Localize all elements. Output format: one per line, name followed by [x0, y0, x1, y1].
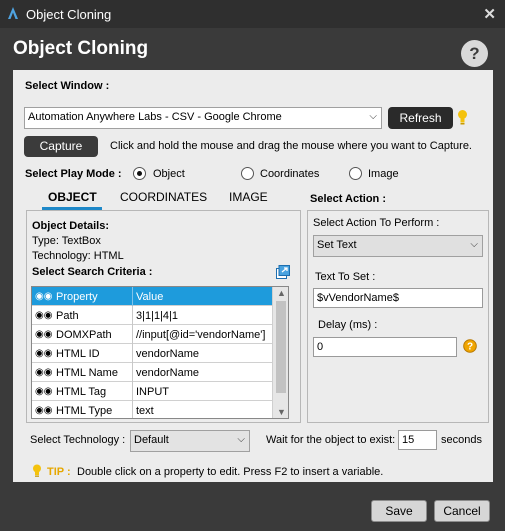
page-title: Object Cloning	[13, 38, 149, 59]
wait-value: 15	[402, 434, 415, 446]
radio-image-label: Image	[368, 168, 399, 180]
help-icon[interactable]: ?	[461, 40, 488, 67]
radio-object-label: Object	[153, 168, 185, 180]
binoculars-icon: ◉◉	[35, 291, 53, 302]
radio-coordinates[interactable]	[241, 167, 254, 180]
action-perform-label: Select Action To Perform :	[313, 217, 440, 229]
tab-coordinates[interactable]: COORDINATES	[120, 190, 207, 204]
app-logo-icon	[8, 7, 18, 19]
object-technology: Technology: HTML	[32, 250, 124, 262]
delay-label: Delay (ms) :	[318, 319, 378, 331]
window-titlebar: Object Cloning ✕	[0, 0, 505, 28]
technology-label: Select Technology :	[30, 434, 126, 446]
technology-select[interactable]: Default ⌵	[130, 430, 250, 452]
table-row[interactable]: ◉◉ HTML Type text	[32, 401, 272, 418]
search-criteria-grid[interactable]: ◉◉ Property Value ◉◉ Path 3|1|1|4|1 ◉◉ D…	[31, 286, 289, 419]
close-icon[interactable]: ✕	[483, 5, 496, 23]
dialog-header: Object Cloning ?	[0, 28, 505, 70]
property-name: DOMXPath	[56, 329, 112, 341]
technology-select-value: Default	[134, 434, 169, 446]
text-to-set-value: $vVendorName$	[317, 292, 399, 304]
text-to-set-input[interactable]: $vVendorName$	[313, 288, 483, 308]
column-header-value[interactable]: Value	[136, 291, 270, 303]
binoculars-icon[interactable]: ◉◉	[35, 329, 52, 340]
grid-header-row: ◉◉ Property Value	[32, 287, 272, 306]
action-select-value: Set Text	[317, 239, 357, 251]
save-button[interactable]: Save	[371, 500, 427, 522]
wait-unit: seconds	[441, 434, 482, 446]
lightbulb-icon	[458, 110, 467, 125]
svg-text:?: ?	[467, 342, 473, 353]
property-value[interactable]: //input[@id='vendorName']	[136, 329, 270, 341]
table-row[interactable]: ◉◉ Path 3|1|1|4|1	[32, 306, 272, 325]
tip-label: TIP :	[47, 466, 71, 478]
radio-object[interactable]	[133, 167, 146, 180]
property-name: HTML ID	[56, 348, 100, 360]
search-criteria-heading: Select Search Criteria :	[32, 266, 153, 278]
binoculars-icon[interactable]: ◉◉	[35, 310, 52, 321]
table-row[interactable]: ◉◉ HTML ID vendorName	[32, 344, 272, 363]
window-select-value: Automation Anywhere Labs - CSV - Google …	[28, 111, 282, 123]
column-header-property[interactable]: Property	[56, 291, 132, 303]
export-icon[interactable]	[276, 265, 290, 279]
grid-scrollbar[interactable]: ▲ ▼	[272, 287, 288, 418]
scroll-down-icon[interactable]: ▼	[277, 407, 286, 417]
table-row[interactable]: ◉◉ HTML Tag INPUT	[32, 382, 272, 401]
property-name: HTML Name	[56, 367, 118, 379]
radio-coordinates-label: Coordinates	[260, 168, 320, 180]
refresh-button[interactable]: Refresh	[388, 107, 453, 129]
binoculars-icon[interactable]: ◉◉	[35, 386, 52, 397]
action-select[interactable]: Set Text ⌵	[313, 235, 483, 257]
window-select[interactable]: Automation Anywhere Labs - CSV - Google …	[24, 107, 382, 129]
lightbulb-icon	[33, 464, 41, 477]
dialog-footer: Save Cancel	[0, 486, 505, 531]
property-value[interactable]: vendorName	[136, 348, 270, 360]
delay-value: 0	[317, 341, 324, 353]
text-to-set-label: Text To Set :	[315, 271, 376, 283]
property-value[interactable]: INPUT	[136, 386, 270, 398]
property-name: HTML Type	[56, 405, 113, 417]
wait-input[interactable]: 15	[398, 430, 437, 450]
select-window-label: Select Window :	[25, 80, 110, 92]
capture-button[interactable]: Capture	[24, 136, 98, 157]
cancel-button[interactable]: Cancel	[434, 500, 490, 522]
table-row[interactable]: ◉◉ DOMXPath //input[@id='vendorName']	[32, 325, 272, 344]
table-row[interactable]: ◉◉ HTML Name vendorName	[32, 363, 272, 382]
delay-input[interactable]: 0	[313, 337, 457, 357]
question-icon[interactable]: ?	[463, 339, 477, 353]
chevron-down-icon: ⌵	[237, 434, 245, 445]
chevron-down-icon: ⌵	[470, 239, 478, 250]
scrollbar-thumb[interactable]	[276, 301, 286, 393]
property-value[interactable]: text	[136, 405, 270, 417]
capture-hint: Click and hold the mouse and drag the mo…	[110, 140, 472, 152]
select-action-heading: Select Action :	[310, 193, 386, 205]
tip-text: Double click on a property to edit. Pres…	[77, 466, 384, 478]
object-type: Type: TextBox	[32, 235, 101, 247]
radio-image[interactable]	[349, 167, 362, 180]
chevron-down-icon: ⌵	[369, 111, 377, 122]
binoculars-icon[interactable]: ◉◉	[35, 348, 52, 359]
scroll-up-icon[interactable]: ▲	[277, 288, 286, 298]
property-name: Path	[56, 310, 79, 322]
binoculars-icon[interactable]: ◉◉	[35, 367, 52, 378]
tab-object[interactable]: OBJECT	[48, 190, 97, 204]
play-mode-label: Select Play Mode :	[25, 168, 122, 180]
property-value[interactable]: 3|1|1|4|1	[136, 310, 270, 322]
property-name: HTML Tag	[56, 386, 107, 398]
binoculars-icon[interactable]: ◉◉	[35, 405, 52, 416]
object-details-heading: Object Details:	[32, 220, 110, 232]
tab-image[interactable]: IMAGE	[229, 190, 268, 204]
property-value[interactable]: vendorName	[136, 367, 270, 379]
window-title: Object Cloning	[26, 7, 112, 22]
wait-label: Wait for the object to exist:	[266, 434, 396, 446]
